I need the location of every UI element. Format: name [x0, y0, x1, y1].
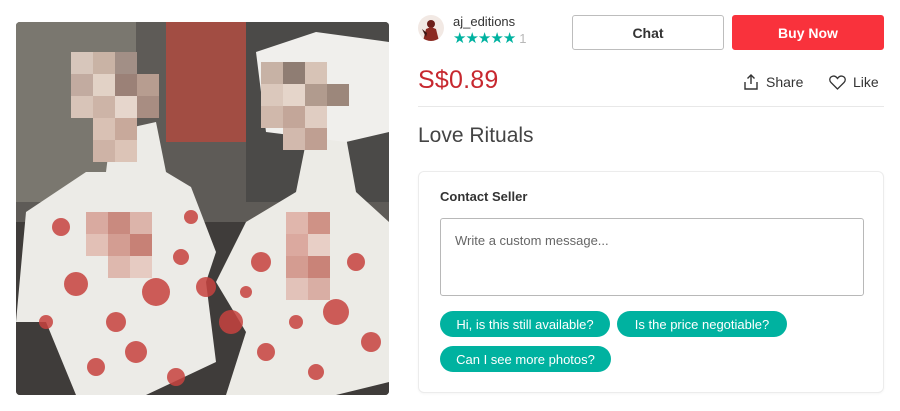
star-icon: ★ [502, 30, 516, 47]
price: S$0.89 [418, 66, 499, 94]
listing-title: Love Rituals [418, 124, 534, 147]
share-label: Share [766, 74, 804, 90]
avatar[interactable] [418, 15, 444, 41]
listing-photo-graphic [16, 22, 389, 395]
seller-username[interactable]: aj_editions [453, 14, 527, 30]
share-button[interactable]: Share [743, 74, 803, 90]
rating-count: 1 [519, 31, 527, 46]
contact-seller-card: Contact Seller Hi, is this still availab… [418, 171, 884, 393]
seller-info[interactable]: aj_editions ★ ★ ★ ★ ★ 1 [418, 14, 527, 48]
heart-icon [829, 74, 846, 90]
buy-now-button[interactable]: Buy Now [732, 15, 884, 50]
message-input[interactable] [440, 218, 864, 296]
listing-photo[interactable] [16, 22, 389, 395]
share-icon [744, 74, 758, 90]
listing-details: aj_editions ★ ★ ★ ★ ★ 1 Chat Buy Now S$0… [418, 0, 884, 411]
quick-reply-more-photos[interactable]: Can I see more photos? [440, 346, 611, 372]
seller-rating: ★ ★ ★ ★ ★ 1 [453, 31, 527, 47]
divider [418, 106, 884, 107]
contact-seller-title: Contact Seller [440, 189, 528, 204]
quick-reply-available[interactable]: Hi, is this still available? [440, 311, 610, 337]
star-icon: ★ [465, 30, 478, 47]
star-icon: ★ [453, 30, 466, 47]
like-label: Like [853, 74, 879, 90]
chat-button[interactable]: Chat [572, 15, 724, 50]
star-icon: ★ [477, 30, 491, 47]
star-icon: ★ [490, 30, 503, 47]
like-button[interactable]: Like [829, 74, 879, 90]
quick-reply-negotiable[interactable]: Is the price negotiable? [617, 311, 787, 337]
